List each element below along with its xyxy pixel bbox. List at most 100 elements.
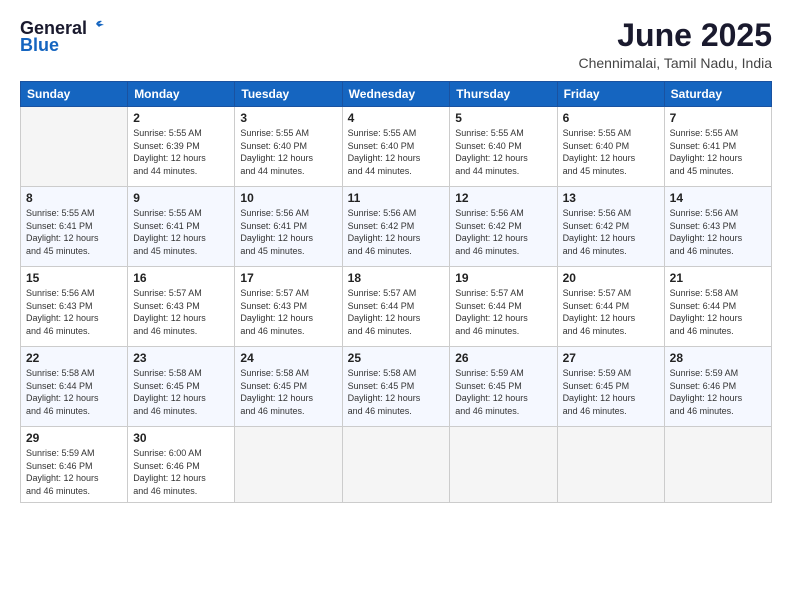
col-friday: Friday <box>557 82 664 107</box>
col-saturday: Saturday <box>664 82 771 107</box>
day-info: Sunrise: 5:57 AM Sunset: 6:43 PM Dayligh… <box>133 287 229 337</box>
day-number: 17 <box>240 271 336 285</box>
day-info: Sunrise: 5:55 AM Sunset: 6:40 PM Dayligh… <box>563 127 659 177</box>
day-info: Sunrise: 6:00 AM Sunset: 6:46 PM Dayligh… <box>133 447 229 497</box>
day-info: Sunrise: 5:55 AM Sunset: 6:40 PM Dayligh… <box>240 127 336 177</box>
table-row: 23 Sunrise: 5:58 AM Sunset: 6:45 PM Dayli… <box>128 347 235 427</box>
table-row: 7Sunrise: 5:55 AM Sunset: 6:41 PM Daylig… <box>664 107 771 187</box>
day-number: 16 <box>133 271 229 285</box>
day-number: 25 <box>348 351 445 365</box>
day-number: 4 <box>348 111 445 125</box>
table-row: 24 Sunrise: 5:58 AM Sunset: 6:45 PM Dayli… <box>235 347 342 427</box>
table-row: 22Sunrise: 5:58 AM Sunset: 6:44 PM Dayli… <box>21 347 128 427</box>
table-row <box>557 427 664 502</box>
location: Chennimalai, Tamil Nadu, India <box>578 55 772 71</box>
day-number: 27 <box>563 351 659 365</box>
day-info: Sunrise: 5:58 AM Sunset: 6:44 PM Dayligh… <box>670 287 766 337</box>
day-number: 15 <box>26 271 122 285</box>
day-info: Sunrise: 5:57 AM Sunset: 6:43 PM Dayligh… <box>240 287 336 337</box>
day-number: 2 <box>133 111 229 125</box>
table-row: 14 Sunrise: 5:56 AM Sunset: 6:43 PM Dayli… <box>664 187 771 267</box>
table-row: 29 Sunrise: 5:59 AM Sunset: 6:46 PM Dayli… <box>21 427 128 502</box>
day-number: 19 <box>455 271 551 285</box>
table-row: 6 Sunrise: 5:55 AM Sunset: 6:40 PM Daylig… <box>557 107 664 187</box>
table-row: 20Sunrise: 5:57 AM Sunset: 6:44 PM Dayli… <box>557 267 664 347</box>
table-row <box>450 427 557 502</box>
day-number: 11 <box>348 191 445 205</box>
day-info: Sunrise: 5:58 AM Sunset: 6:44 PM Dayligh… <box>26 367 122 417</box>
day-info: Sunrise: 5:58 AM Sunset: 6:45 PM Dayligh… <box>348 367 445 417</box>
day-info: Sunrise: 5:59 AM Sunset: 6:46 PM Dayligh… <box>26 447 122 497</box>
table-row: 13 Sunrise: 5:56 AM Sunset: 6:42 PM Dayli… <box>557 187 664 267</box>
day-info: Sunrise: 5:55 AM Sunset: 6:39 PM Dayligh… <box>133 127 229 177</box>
header: General Blue June 2025 Chennimalai, Tami… <box>20 18 772 71</box>
day-info: Sunrise: 5:56 AM Sunset: 6:43 PM Dayligh… <box>26 287 122 337</box>
day-number: 9 <box>133 191 229 205</box>
day-number: 21 <box>670 271 766 285</box>
calendar-table: Sunday Monday Tuesday Wednesday Thursday… <box>20 81 772 502</box>
month-title: June 2025 <box>578 18 772 53</box>
table-row: 16 Sunrise: 5:57 AM Sunset: 6:43 PM Dayli… <box>128 267 235 347</box>
day-number: 6 <box>563 111 659 125</box>
day-info: Sunrise: 5:59 AM Sunset: 6:45 PM Dayligh… <box>563 367 659 417</box>
day-number: 29 <box>26 431 122 445</box>
day-info: Sunrise: 5:56 AM Sunset: 6:43 PM Dayligh… <box>670 207 766 257</box>
day-number: 26 <box>455 351 551 365</box>
day-number: 18 <box>348 271 445 285</box>
day-info: Sunrise: 5:57 AM Sunset: 6:44 PM Dayligh… <box>563 287 659 337</box>
day-number: 13 <box>563 191 659 205</box>
day-info: Sunrise: 5:56 AM Sunset: 6:41 PM Dayligh… <box>240 207 336 257</box>
table-row <box>664 427 771 502</box>
day-info: Sunrise: 5:55 AM Sunset: 6:41 PM Dayligh… <box>133 207 229 257</box>
table-row: 19 Sunrise: 5:57 AM Sunset: 6:44 PM Dayli… <box>450 267 557 347</box>
day-number: 24 <box>240 351 336 365</box>
col-wednesday: Wednesday <box>342 82 450 107</box>
table-row: 2 Sunrise: 5:55 AM Sunset: 6:39 PM Daylig… <box>128 107 235 187</box>
logo: General Blue <box>20 18 106 56</box>
day-number: 5 <box>455 111 551 125</box>
day-info: Sunrise: 5:55 AM Sunset: 6:41 PM Dayligh… <box>670 127 766 177</box>
table-row <box>21 107 128 187</box>
table-row <box>342 427 450 502</box>
logo-blue: Blue <box>20 35 59 56</box>
day-number: 30 <box>133 431 229 445</box>
table-row: 9 Sunrise: 5:55 AM Sunset: 6:41 PM Daylig… <box>128 187 235 267</box>
table-row <box>235 427 342 502</box>
col-thursday: Thursday <box>450 82 557 107</box>
day-info: Sunrise: 5:56 AM Sunset: 6:42 PM Dayligh… <box>348 207 445 257</box>
table-row: 12 Sunrise: 5:56 AM Sunset: 6:42 PM Dayli… <box>450 187 557 267</box>
table-row: 27 Sunrise: 5:59 AM Sunset: 6:45 PM Dayli… <box>557 347 664 427</box>
day-info: Sunrise: 5:55 AM Sunset: 6:40 PM Dayligh… <box>348 127 445 177</box>
title-area: June 2025 Chennimalai, Tamil Nadu, India <box>578 18 772 71</box>
col-monday: Monday <box>128 82 235 107</box>
table-row: 25 Sunrise: 5:58 AM Sunset: 6:45 PM Dayli… <box>342 347 450 427</box>
table-row: 3 Sunrise: 5:55 AM Sunset: 6:40 PM Daylig… <box>235 107 342 187</box>
day-number: 10 <box>240 191 336 205</box>
day-info: Sunrise: 5:56 AM Sunset: 6:42 PM Dayligh… <box>563 207 659 257</box>
day-info: Sunrise: 5:58 AM Sunset: 6:45 PM Dayligh… <box>133 367 229 417</box>
day-info: Sunrise: 5:57 AM Sunset: 6:44 PM Dayligh… <box>455 287 551 337</box>
table-row: 8Sunrise: 5:55 AM Sunset: 6:41 PM Daylig… <box>21 187 128 267</box>
day-number: 12 <box>455 191 551 205</box>
day-number: 23 <box>133 351 229 365</box>
table-row: 26Sunrise: 5:59 AM Sunset: 6:45 PM Dayli… <box>450 347 557 427</box>
table-row: 28Sunrise: 5:59 AM Sunset: 6:46 PM Dayli… <box>664 347 771 427</box>
table-row: 17 Sunrise: 5:57 AM Sunset: 6:43 PM Dayli… <box>235 267 342 347</box>
table-row: 18 Sunrise: 5:57 AM Sunset: 6:44 PM Dayli… <box>342 267 450 347</box>
table-row: 5Sunrise: 5:55 AM Sunset: 6:40 PM Daylig… <box>450 107 557 187</box>
page: General Blue June 2025 Chennimalai, Tami… <box>0 0 792 612</box>
day-number: 3 <box>240 111 336 125</box>
day-number: 14 <box>670 191 766 205</box>
table-row: 4 Sunrise: 5:55 AM Sunset: 6:40 PM Daylig… <box>342 107 450 187</box>
col-sunday: Sunday <box>21 82 128 107</box>
day-info: Sunrise: 5:56 AM Sunset: 6:42 PM Dayligh… <box>455 207 551 257</box>
table-row: 30 Sunrise: 6:00 AM Sunset: 6:46 PM Dayli… <box>128 427 235 502</box>
day-number: 8 <box>26 191 122 205</box>
table-row: 10 Sunrise: 5:56 AM Sunset: 6:41 PM Dayli… <box>235 187 342 267</box>
day-info: Sunrise: 5:58 AM Sunset: 6:45 PM Dayligh… <box>240 367 336 417</box>
table-row: 11 Sunrise: 5:56 AM Sunset: 6:42 PM Dayli… <box>342 187 450 267</box>
table-row: 15 Sunrise: 5:56 AM Sunset: 6:43 PM Dayli… <box>21 267 128 347</box>
logo-bird-icon <box>88 20 106 34</box>
calendar-header-row: Sunday Monday Tuesday Wednesday Thursday… <box>21 82 772 107</box>
day-info: Sunrise: 5:57 AM Sunset: 6:44 PM Dayligh… <box>348 287 445 337</box>
